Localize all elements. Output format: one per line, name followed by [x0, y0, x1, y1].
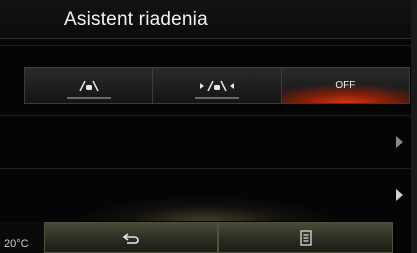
page-title: Asistent riadenia: [64, 9, 208, 30]
lane-keep-assist-icon: [199, 80, 235, 92]
header: Asistent riadenia: [0, 0, 411, 39]
mode-indicator-bar: [66, 97, 111, 99]
right-rail: [411, 0, 417, 253]
bottom-bar: 20°C: [0, 222, 411, 253]
mode-indicator-bar: [194, 97, 239, 99]
off-label: OFF: [335, 80, 356, 91]
menu-button[interactable]: [218, 222, 393, 253]
mode-option-lane-keep-assist[interactable]: [153, 68, 282, 103]
lane-keep-icon: [78, 80, 100, 92]
chevron-right-icon: [396, 136, 403, 148]
chevron-right-icon: [396, 189, 403, 201]
back-button[interactable]: [44, 222, 218, 253]
settings-row[interactable]: [0, 168, 411, 221]
mode-option-lane-keep[interactable]: [25, 68, 154, 103]
infotainment-screen: Asistent riadenia OFF 20°C: [0, 0, 417, 253]
mode-option-off[interactable]: OFF: [281, 68, 409, 103]
temperature-display: 20°C: [0, 222, 44, 253]
settings-row[interactable]: [0, 115, 411, 168]
back-arrow-icon: [122, 232, 140, 244]
header-divider: [0, 45, 411, 46]
menu-list-icon: [299, 229, 312, 246]
mode-selector: OFF: [24, 67, 410, 104]
temperature-value: 20°C: [4, 238, 29, 250]
